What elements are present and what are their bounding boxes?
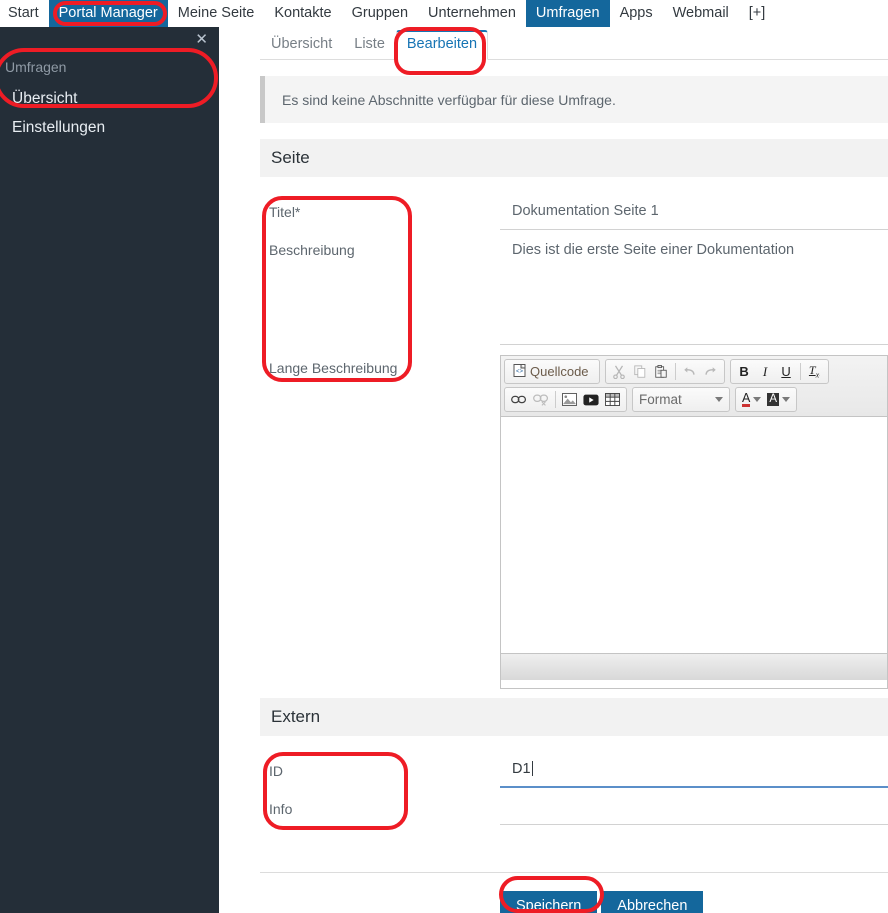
save-button[interactable]: Speichern	[500, 891, 598, 913]
section-header-seite: Seite	[260, 139, 888, 177]
beschreibung-textarea[interactable]: Dies ist die erste Seite einer Dokumenta…	[500, 230, 888, 345]
toolbar-group-insert	[504, 387, 627, 412]
nav-item-start[interactable]: Start	[0, 0, 49, 27]
nav-item-kontakte[interactable]: Kontakte	[264, 0, 341, 27]
tab-bar: Übersicht Liste Bearbeiten	[260, 27, 888, 60]
id-input-value: D1	[512, 760, 531, 777]
text-cursor	[531, 761, 533, 776]
nav-item-label: Kontakte	[274, 5, 332, 22]
svg-text:<>: <>	[516, 369, 524, 375]
toolbar-separator	[674, 363, 676, 380]
nav-item-label: Gruppen	[351, 5, 409, 22]
nav-item-label: Start	[8, 5, 39, 22]
toolbar-group-source: <> Quellcode	[504, 359, 600, 384]
bg-color-icon[interactable]: A	[764, 389, 793, 410]
section-title: Seite	[271, 148, 310, 167]
editor-toolbar-row-1: <> Quellcode B I U Tx	[504, 359, 885, 384]
nav-item-label: Unternehmen	[428, 5, 516, 22]
chevron-down-icon	[753, 397, 762, 402]
toolbar-separator	[555, 391, 556, 408]
toolbar-group-basic-styles: B I U Tx	[729, 359, 829, 384]
id-input[interactable]: D1	[500, 751, 888, 788]
nav-item-gruppen[interactable]: Gruppen	[342, 0, 418, 27]
format-dropdown[interactable]: Format	[632, 387, 730, 412]
source-button[interactable]: <> Quellcode	[508, 361, 596, 382]
form-action-buttons: Speichern Abbrechen	[500, 891, 704, 913]
label-id: ID	[269, 763, 283, 779]
titel-input[interactable]: Dokumentation Seite 1	[500, 193, 888, 230]
nav-item-label: [+]	[748, 5, 766, 22]
chevron-down-icon	[782, 397, 791, 402]
lange-beschreibung-editor: <> Quellcode B I U Tx Format A A	[500, 355, 888, 689]
info-input[interactable]	[500, 788, 888, 825]
top-navigation-bar: Start Portal Manager Meine Seite Kontakt…	[0, 0, 888, 27]
image-icon[interactable]	[559, 389, 580, 410]
video-icon[interactable]	[580, 389, 602, 410]
tab-bearbeiten[interactable]: Bearbeiten	[395, 30, 489, 60]
nav-item-add-more[interactable]: [+]	[739, 0, 776, 27]
table-icon[interactable]	[602, 389, 623, 410]
sidebar-item-einstellungen[interactable]: Einstellungen	[12, 119, 105, 137]
italic-icon[interactable]: I	[755, 361, 776, 382]
tab-liste[interactable]: Liste	[343, 31, 396, 60]
remove-format-icon[interactable]: Tx	[804, 361, 825, 382]
sidebar-panel: ✕ Umfragen Übersicht Einstellungen	[0, 27, 219, 913]
sidebar-group-title: Umfragen	[5, 59, 67, 75]
label-beschreibung: Beschreibung	[269, 242, 355, 258]
nav-item-portal-manager[interactable]: Portal Manager	[48, 0, 168, 27]
toolbar-group-colors: A A	[735, 387, 798, 412]
paste-icon[interactable]	[651, 361, 672, 382]
cancel-button[interactable]: Abbrechen	[601, 891, 704, 913]
link-icon[interactable]	[508, 389, 530, 410]
tab-uebersicht[interactable]: Übersicht	[260, 31, 343, 60]
unlink-icon[interactable]	[530, 389, 552, 410]
info-alert-text: Es sind keine Abschnitte verfügbar für d…	[282, 91, 616, 108]
nav-item-label: Portal Manager	[58, 5, 158, 22]
label-lange-beschreibung: Lange Beschreibung	[269, 360, 398, 376]
label-titel: Titel*	[269, 204, 301, 220]
text-color-icon[interactable]: A	[739, 389, 764, 410]
editor-toolbar-row-2: Format A A	[504, 387, 885, 412]
nav-item-webmail[interactable]: Webmail	[663, 0, 739, 27]
nav-item-label: Umfragen	[535, 5, 600, 22]
nav-item-label: Meine Seite	[177, 5, 255, 22]
cut-icon[interactable]	[609, 361, 630, 382]
editor-content-area[interactable]	[501, 417, 887, 653]
source-icon: <>	[513, 363, 526, 380]
nav-item-meine-seite[interactable]: Meine Seite	[168, 0, 265, 27]
form-divider	[260, 872, 888, 873]
section-title: Extern	[271, 707, 321, 726]
toolbar-group-clipboard	[604, 359, 725, 384]
nav-item-unternehmen[interactable]: Unternehmen	[418, 0, 526, 27]
redo-icon[interactable]	[700, 361, 721, 382]
format-dropdown-label: Format	[639, 392, 682, 407]
undo-icon[interactable]	[679, 361, 700, 382]
source-button-label: Quellcode	[530, 364, 589, 379]
bold-icon[interactable]: B	[734, 361, 755, 382]
info-alert: Es sind keine Abschnitte verfügbar für d…	[260, 76, 888, 123]
nav-item-label: Webmail	[672, 5, 729, 22]
copy-icon[interactable]	[630, 361, 651, 382]
close-icon[interactable]: ✕	[195, 32, 208, 47]
nav-item-apps[interactable]: Apps	[610, 0, 663, 27]
sidebar-item-uebersicht[interactable]: Übersicht	[12, 90, 77, 108]
editor-status-bar	[501, 653, 887, 680]
nav-item-umfragen[interactable]: Umfragen	[525, 0, 610, 27]
chevron-down-icon	[715, 397, 723, 402]
nav-item-label: Apps	[619, 5, 653, 22]
editor-toolbar: <> Quellcode B I U Tx Format A A	[501, 356, 887, 417]
main-content-area: Übersicht Liste Bearbeiten Es sind keine…	[219, 27, 888, 913]
label-info: Info	[269, 801, 293, 817]
underline-icon[interactable]: U	[776, 361, 797, 382]
toolbar-separator	[799, 363, 801, 380]
section-header-extern: Extern	[260, 698, 888, 736]
